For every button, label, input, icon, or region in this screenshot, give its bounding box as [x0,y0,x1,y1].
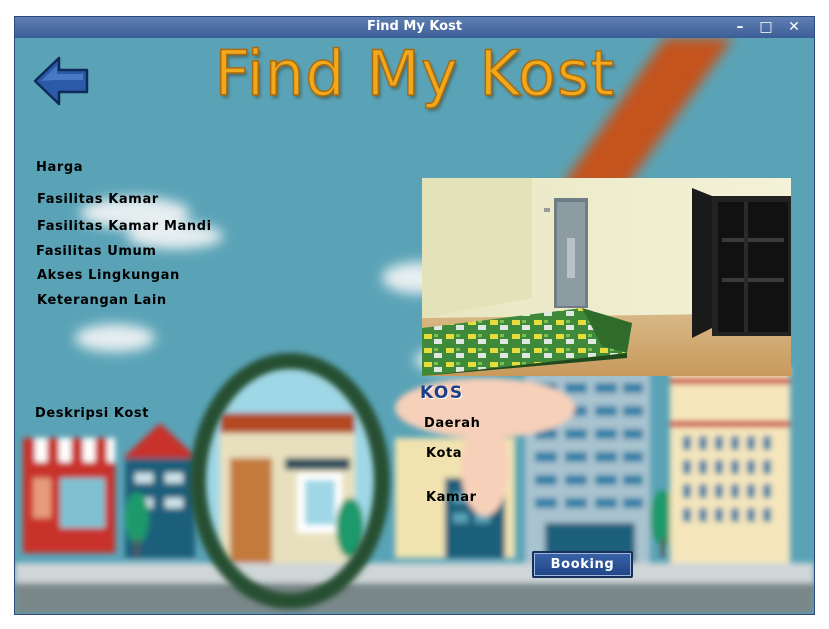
close-icon[interactable]: ✕ [783,17,805,38]
keterangan-lain-label: Keterangan Lain [37,293,167,308]
fasilitas-kamar-mandi-label: Fasilitas Kamar Mandi [37,219,212,234]
room-photo [422,178,791,376]
minimize-icon[interactable]: – [729,17,751,38]
arrow-left-icon [33,56,89,106]
harga-label: Harga [36,160,84,175]
title-bar[interactable]: Find My Kost – □ ✕ [15,17,814,38]
maximize-icon[interactable]: □ [755,17,777,38]
daerah-label: Daerah [424,416,481,431]
app-window: Find My Kost – □ ✕ Find My Kost Harga Fa… [14,16,815,615]
fasilitas-umum-label: Fasilitas Umum [36,244,157,259]
back-button[interactable] [31,54,91,108]
window-title: Find My Kost [366,19,463,34]
kota-label: Kota [426,446,463,461]
kos-heading: KOS [420,383,464,403]
akses-lingkungan-label: Akses Lingkungan [37,268,180,283]
booking-button[interactable]: Booking [532,551,633,578]
kamar-label: Kamar [426,490,477,505]
fasilitas-kamar-label: Fasilitas Kamar [37,192,159,207]
deskripsi-kost-label: Deskripsi Kost [35,406,150,421]
app-title: Find My Kost [214,38,616,110]
main-panel: Find My Kost Harga Fasilitas Kamar Fasil… [15,38,814,614]
